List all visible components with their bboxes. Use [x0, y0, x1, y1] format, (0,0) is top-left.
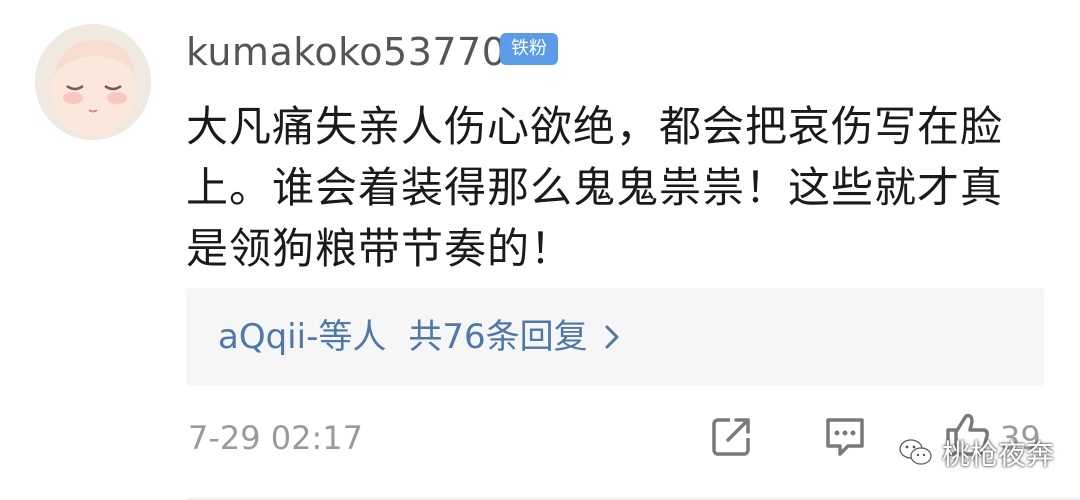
comment-text-line: 上。谁会着装得那么鬼鬼祟祟！这些就才真 — [186, 163, 1004, 212]
avatar[interactable] — [35, 24, 151, 140]
reply-count[interactable]: 共76条回复 — [408, 317, 587, 357]
comment-text-line: 大凡痛失亲人伤心欲绝，都会把哀伤写在脸 — [186, 102, 1004, 151]
fan-badge: 铁粉 — [500, 33, 558, 65]
share-icon[interactable] — [710, 414, 754, 462]
watermark-text: 桃枪夜奔 — [942, 438, 1055, 471]
replies-preview[interactable]: aQqii-等人 共76条回复 — [186, 288, 1044, 386]
chevron-right-icon[interactable] — [604, 316, 620, 362]
reply-users[interactable]: aQqii-等人 — [218, 317, 386, 357]
wechat-icon — [899, 439, 932, 465]
comment-text-line: 是领狗粮带节奏的！ — [186, 224, 574, 273]
comment-text: 大凡痛失亲人伤心欲绝，都会把哀伤写在脸 上。谁会着装得那么鬼鬼祟祟！这些就才真 … — [186, 96, 1052, 279]
comment-icon[interactable] — [822, 414, 868, 462]
watermark: 桃枪夜奔 — [898, 430, 1054, 476]
username[interactable]: kumakoko53770 — [186, 28, 506, 76]
timestamp: 7-29 02:17 — [188, 419, 364, 457]
avatar-image — [35, 24, 151, 140]
comment-card: kumakoko53770 铁粉 大凡痛失亲人伤心欲绝，都会把哀伤写在脸 上。谁… — [0, 0, 1080, 500]
